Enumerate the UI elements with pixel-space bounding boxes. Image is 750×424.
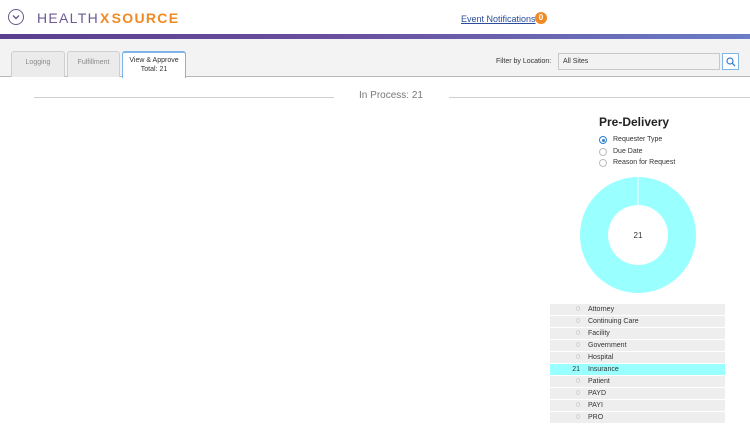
pre-delivery-title: Pre-Delivery	[599, 115, 670, 129]
legend-label: Attorney	[588, 306, 615, 313]
legend-count: 0	[576, 354, 580, 361]
legend-label: PAYI	[588, 402, 603, 409]
tab-fulfillment[interactable]: Fulfillment	[67, 51, 120, 77]
tab-fulfillment-label: Fulfillment	[77, 59, 110, 66]
divider-left	[34, 97, 334, 98]
radio-button-icon[interactable]	[599, 159, 607, 167]
legend-row-pro[interactable]: 0 PRO	[550, 412, 725, 423]
legend-label: PRO	[588, 414, 604, 421]
radio-requester-type-label: Requester Type	[613, 136, 663, 143]
legend-row-government[interactable]: 0 Government	[550, 340, 725, 351]
legend-row-attorney[interactable]: 0 Attorney	[550, 304, 725, 315]
legend-count: 0	[576, 390, 580, 397]
radio-due-date-label: Due Date	[613, 148, 643, 155]
notification-count-badge[interactable]: 0	[535, 12, 547, 24]
legend-label: Continuing Care	[588, 318, 639, 325]
legend-row-insurance[interactable]: 21 Insurance	[550, 364, 725, 375]
legend-label: Facility	[588, 330, 610, 337]
legend-count: 0	[576, 330, 580, 337]
radio-button-icon[interactable]	[599, 136, 607, 144]
legend-label: Government	[588, 342, 627, 349]
legend-count: 0	[576, 342, 580, 349]
healthsource-logo[interactable]: HEALTHXSOURCE	[37, 9, 179, 27]
logo-x: X	[100, 10, 111, 26]
radio-button-icon[interactable]	[599, 148, 607, 156]
legend-count: 0	[576, 318, 580, 325]
in-process-heading: In Process: 21	[359, 90, 423, 101]
divider-right	[449, 97, 750, 98]
event-notifications-link[interactable]: Event Notifications	[461, 13, 536, 25]
logo-source: SOURCE	[111, 10, 180, 26]
logo-health: HEALTH	[37, 10, 99, 26]
location-filter-input[interactable]: All Sites	[558, 53, 720, 70]
app-header: HEALTHXSOURCE Event Notifications 0	[0, 0, 750, 36]
radio-reason-label: Reason for Request	[613, 159, 676, 166]
tab-logging-label: Logging	[25, 59, 51, 66]
legend-row-facility[interactable]: 0 Facility	[550, 328, 725, 339]
menu-toggle-icon[interactable]	[8, 9, 24, 25]
legend-row-continuing-care[interactable]: 0 Continuing Care	[550, 316, 725, 327]
filter-location-label: Filter by Location:	[496, 58, 552, 65]
legend-row-payi[interactable]: 0 PAYI	[550, 400, 725, 411]
tab-view-approve-label: View & Approve	[129, 57, 179, 64]
legend-count: 0	[576, 378, 580, 385]
legend-row-payd[interactable]: 0 PAYD	[550, 388, 725, 399]
legend-list: 0 Attorney 0 Continuing Care 0 Facility 0 Gover…	[550, 304, 725, 424]
search-button[interactable]	[722, 53, 739, 70]
legend-count: 21	[572, 366, 580, 373]
legend-row-patient[interactable]: 0 Patient	[550, 376, 725, 387]
tab-logging[interactable]: Logging	[11, 51, 65, 77]
tab-toolbar: Logging Fulfillment View & Approve Total…	[0, 39, 750, 78]
legend-count: 0	[576, 414, 580, 421]
donut-center-total: 21	[634, 231, 643, 240]
legend-count: 0	[576, 402, 580, 409]
legend-label: PAYD	[588, 390, 607, 397]
legend-label: Insurance	[588, 366, 619, 373]
tab-view-approve[interactable]: View & Approve Total: 21	[122, 51, 186, 78]
legend-row-hospital[interactable]: 0 Hospital	[550, 352, 725, 363]
donut-chart: 21	[580, 177, 696, 293]
legend-count: 0	[576, 306, 580, 313]
search-icon	[726, 57, 736, 67]
legend-label: Patient	[588, 378, 610, 385]
legend-label: Hospital	[588, 354, 614, 361]
tab-view-approve-total: Total: 21	[140, 66, 168, 73]
